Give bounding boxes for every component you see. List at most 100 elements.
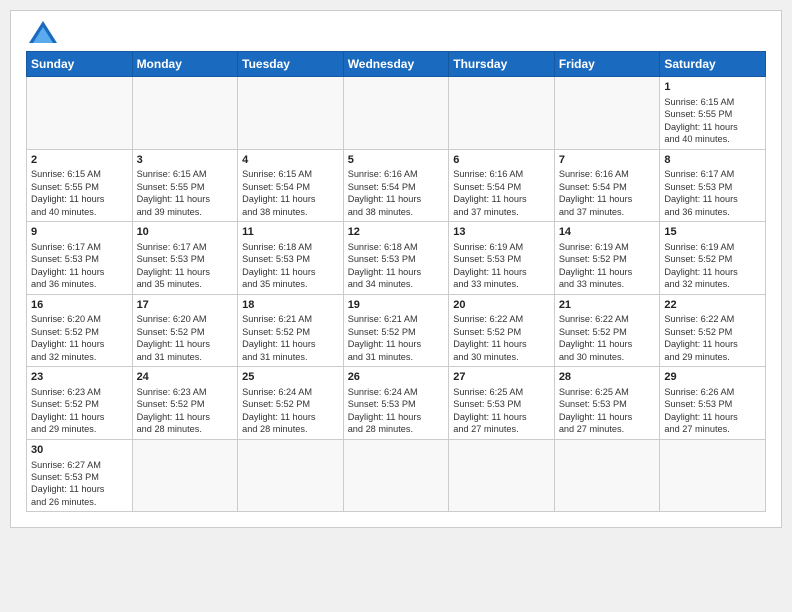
calendar-cell: 15Sunrise: 6:19 AM Sunset: 5:52 PM Dayli…: [660, 222, 766, 295]
day-number: 29: [664, 370, 761, 385]
day-number: 19: [348, 298, 445, 313]
calendar-cell: [343, 77, 449, 150]
day-number: 15: [664, 225, 761, 240]
calendar-cell: [449, 77, 555, 150]
day-info: Sunrise: 6:15 AM Sunset: 5:55 PM Dayligh…: [137, 168, 234, 218]
day-info: Sunrise: 6:18 AM Sunset: 5:53 PM Dayligh…: [348, 241, 445, 291]
day-info: Sunrise: 6:22 AM Sunset: 5:52 PM Dayligh…: [559, 313, 656, 363]
day-number: 26: [348, 370, 445, 385]
day-info: Sunrise: 6:25 AM Sunset: 5:53 PM Dayligh…: [453, 386, 550, 436]
day-number: 2: [31, 153, 128, 168]
calendar-cell: 26Sunrise: 6:24 AM Sunset: 5:53 PM Dayli…: [343, 367, 449, 440]
calendar-cell: [449, 439, 555, 512]
day-info: Sunrise: 6:15 AM Sunset: 5:55 PM Dayligh…: [664, 96, 761, 146]
calendar-header-row: SundayMondayTuesdayWednesdayThursdayFrid…: [27, 52, 766, 77]
day-info: Sunrise: 6:24 AM Sunset: 5:52 PM Dayligh…: [242, 386, 339, 436]
calendar-cell: 29Sunrise: 6:26 AM Sunset: 5:53 PM Dayli…: [660, 367, 766, 440]
day-header-sunday: Sunday: [27, 52, 133, 77]
calendar-cell: [238, 439, 344, 512]
day-info: Sunrise: 6:16 AM Sunset: 5:54 PM Dayligh…: [453, 168, 550, 218]
day-info: Sunrise: 6:17 AM Sunset: 5:53 PM Dayligh…: [31, 241, 128, 291]
calendar-week-row: 23Sunrise: 6:23 AM Sunset: 5:52 PM Dayli…: [27, 367, 766, 440]
day-info: Sunrise: 6:17 AM Sunset: 5:53 PM Dayligh…: [664, 168, 761, 218]
calendar-cell: [554, 77, 660, 150]
day-number: 30: [31, 443, 128, 458]
day-number: 6: [453, 153, 550, 168]
day-info: Sunrise: 6:21 AM Sunset: 5:52 PM Dayligh…: [242, 313, 339, 363]
day-info: Sunrise: 6:23 AM Sunset: 5:52 PM Dayligh…: [31, 386, 128, 436]
day-info: Sunrise: 6:17 AM Sunset: 5:53 PM Dayligh…: [137, 241, 234, 291]
calendar-cell: 5Sunrise: 6:16 AM Sunset: 5:54 PM Daylig…: [343, 149, 449, 222]
day-number: 13: [453, 225, 550, 240]
calendar-cell: 4Sunrise: 6:15 AM Sunset: 5:54 PM Daylig…: [238, 149, 344, 222]
calendar-cell: 2Sunrise: 6:15 AM Sunset: 5:55 PM Daylig…: [27, 149, 133, 222]
day-number: 11: [242, 225, 339, 240]
day-number: 21: [559, 298, 656, 313]
calendar-cell: 23Sunrise: 6:23 AM Sunset: 5:52 PM Dayli…: [27, 367, 133, 440]
day-number: 25: [242, 370, 339, 385]
calendar-cell: 28Sunrise: 6:25 AM Sunset: 5:53 PM Dayli…: [554, 367, 660, 440]
day-header-saturday: Saturday: [660, 52, 766, 77]
calendar-cell: 24Sunrise: 6:23 AM Sunset: 5:52 PM Dayli…: [132, 367, 238, 440]
day-header-thursday: Thursday: [449, 52, 555, 77]
day-number: 24: [137, 370, 234, 385]
day-number: 3: [137, 153, 234, 168]
calendar-cell: 12Sunrise: 6:18 AM Sunset: 5:53 PM Dayli…: [343, 222, 449, 295]
day-info: Sunrise: 6:22 AM Sunset: 5:52 PM Dayligh…: [664, 313, 761, 363]
calendar-cell: 1Sunrise: 6:15 AM Sunset: 5:55 PM Daylig…: [660, 77, 766, 150]
day-number: 9: [31, 225, 128, 240]
calendar-cell: 18Sunrise: 6:21 AM Sunset: 5:52 PM Dayli…: [238, 294, 344, 367]
calendar-cell: 30Sunrise: 6:27 AM Sunset: 5:53 PM Dayli…: [27, 439, 133, 512]
day-number: 10: [137, 225, 234, 240]
day-info: Sunrise: 6:16 AM Sunset: 5:54 PM Dayligh…: [559, 168, 656, 218]
day-number: 23: [31, 370, 128, 385]
calendar-week-row: 16Sunrise: 6:20 AM Sunset: 5:52 PM Dayli…: [27, 294, 766, 367]
day-number: 28: [559, 370, 656, 385]
day-info: Sunrise: 6:18 AM Sunset: 5:53 PM Dayligh…: [242, 241, 339, 291]
calendar-week-row: 2Sunrise: 6:15 AM Sunset: 5:55 PM Daylig…: [27, 149, 766, 222]
day-number: 20: [453, 298, 550, 313]
day-info: Sunrise: 6:21 AM Sunset: 5:52 PM Dayligh…: [348, 313, 445, 363]
calendar-cell: 20Sunrise: 6:22 AM Sunset: 5:52 PM Dayli…: [449, 294, 555, 367]
day-info: Sunrise: 6:19 AM Sunset: 5:52 PM Dayligh…: [559, 241, 656, 291]
day-number: 4: [242, 153, 339, 168]
day-number: 27: [453, 370, 550, 385]
day-header-friday: Friday: [554, 52, 660, 77]
calendar-week-row: 9Sunrise: 6:17 AM Sunset: 5:53 PM Daylig…: [27, 222, 766, 295]
calendar-cell: 6Sunrise: 6:16 AM Sunset: 5:54 PM Daylig…: [449, 149, 555, 222]
day-info: Sunrise: 6:15 AM Sunset: 5:55 PM Dayligh…: [31, 168, 128, 218]
day-info: Sunrise: 6:20 AM Sunset: 5:52 PM Dayligh…: [137, 313, 234, 363]
calendar-cell: 16Sunrise: 6:20 AM Sunset: 5:52 PM Dayli…: [27, 294, 133, 367]
calendar-cell: 11Sunrise: 6:18 AM Sunset: 5:53 PM Dayli…: [238, 222, 344, 295]
calendar-cell: 13Sunrise: 6:19 AM Sunset: 5:53 PM Dayli…: [449, 222, 555, 295]
day-number: 1: [664, 80, 761, 95]
calendar-cell: 19Sunrise: 6:21 AM Sunset: 5:52 PM Dayli…: [343, 294, 449, 367]
logo-icon: [29, 21, 57, 43]
calendar-cell: [132, 439, 238, 512]
calendar-cell: 22Sunrise: 6:22 AM Sunset: 5:52 PM Dayli…: [660, 294, 766, 367]
calendar-cell: [660, 439, 766, 512]
day-info: Sunrise: 6:22 AM Sunset: 5:52 PM Dayligh…: [453, 313, 550, 363]
calendar-week-row: 1Sunrise: 6:15 AM Sunset: 5:55 PM Daylig…: [27, 77, 766, 150]
calendar-cell: 8Sunrise: 6:17 AM Sunset: 5:53 PM Daylig…: [660, 149, 766, 222]
day-info: Sunrise: 6:24 AM Sunset: 5:53 PM Dayligh…: [348, 386, 445, 436]
day-number: 8: [664, 153, 761, 168]
calendar-cell: 10Sunrise: 6:17 AM Sunset: 5:53 PM Dayli…: [132, 222, 238, 295]
calendar-week-row: 30Sunrise: 6:27 AM Sunset: 5:53 PM Dayli…: [27, 439, 766, 512]
day-header-wednesday: Wednesday: [343, 52, 449, 77]
calendar-cell: 3Sunrise: 6:15 AM Sunset: 5:55 PM Daylig…: [132, 149, 238, 222]
day-header-monday: Monday: [132, 52, 238, 77]
day-number: 7: [559, 153, 656, 168]
calendar-cell: [238, 77, 344, 150]
day-number: 22: [664, 298, 761, 313]
calendar-cell: [554, 439, 660, 512]
calendar-cell: [343, 439, 449, 512]
day-number: 12: [348, 225, 445, 240]
day-info: Sunrise: 6:15 AM Sunset: 5:54 PM Dayligh…: [242, 168, 339, 218]
calendar-cell: 17Sunrise: 6:20 AM Sunset: 5:52 PM Dayli…: [132, 294, 238, 367]
day-number: 14: [559, 225, 656, 240]
calendar-cell: 7Sunrise: 6:16 AM Sunset: 5:54 PM Daylig…: [554, 149, 660, 222]
logo: [26, 21, 57, 43]
day-info: Sunrise: 6:25 AM Sunset: 5:53 PM Dayligh…: [559, 386, 656, 436]
day-number: 17: [137, 298, 234, 313]
